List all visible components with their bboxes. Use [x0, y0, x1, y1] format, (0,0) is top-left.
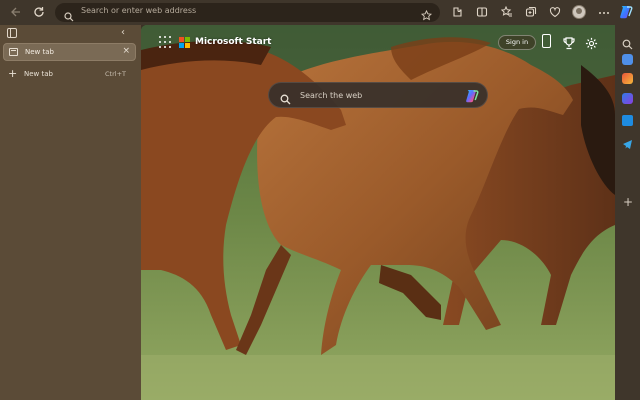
outlook-icon[interactable]: [622, 115, 633, 126]
telegram-icon[interactable]: [622, 135, 633, 149]
games-icon[interactable]: [622, 93, 633, 104]
tab-page-icon: [9, 48, 18, 56]
new-tab-label: New tab: [24, 70, 53, 78]
copilot-icon[interactable]: [464, 88, 480, 104]
search-sidebar-icon[interactable]: [622, 35, 633, 50]
copilot-icon[interactable]: [618, 4, 634, 20]
address-bar[interactable]: Search or enter web address: [55, 3, 440, 22]
back-icon[interactable]: [8, 4, 24, 20]
apps-grid-icon[interactable]: [159, 36, 171, 48]
favorite-star-icon[interactable]: [420, 6, 433, 25]
search-placeholder: Search the web: [300, 91, 363, 100]
tab-actions-icon[interactable]: [7, 28, 17, 38]
collections-icon[interactable]: [523, 4, 539, 20]
split-screen-icon[interactable]: [474, 4, 490, 20]
plus-icon: +: [8, 67, 18, 80]
sign-in-button[interactable]: Sign in: [498, 35, 536, 50]
edge-sidebar: +: [615, 25, 640, 400]
search-icon: [280, 90, 291, 109]
refresh-icon[interactable]: [31, 4, 47, 20]
collapse-sidebar-icon[interactable]: ‹: [121, 27, 125, 38]
new-tab-shortcut: Ctrl+T: [105, 70, 126, 78]
shopping-icon[interactable]: [622, 54, 633, 65]
favorites-icon[interactable]: [499, 4, 515, 20]
settings-gear-icon[interactable]: [585, 35, 598, 54]
more-options-icon[interactable]: [596, 5, 612, 21]
address-placeholder: Search or enter web address: [81, 6, 197, 15]
brand-title[interactable]: Microsoft Start: [195, 37, 272, 47]
vertical-tabs-sidebar: ‹ New tab × + New tab Ctrl+T: [0, 25, 141, 400]
profile-avatar[interactable]: [572, 5, 586, 19]
tab-title: New tab: [25, 48, 54, 56]
new-tab-page: Microsoft Start Sign in Search the web: [141, 25, 615, 400]
search-icon: [64, 7, 74, 26]
tab-new-tab[interactable]: New tab ×: [3, 43, 136, 61]
office-icon[interactable]: [622, 73, 633, 84]
new-tab-button[interactable]: + New tab Ctrl+T: [3, 67, 136, 83]
browser-essentials-icon[interactable]: [547, 4, 563, 20]
sidebar-header: ‹: [0, 25, 141, 43]
rewards-trophy-icon[interactable]: [563, 35, 575, 54]
close-tab-icon[interactable]: ×: [122, 46, 130, 56]
phone-icon[interactable]: [542, 34, 551, 48]
microsoft-logo: [179, 37, 191, 49]
extensions-icon[interactable]: [449, 4, 465, 20]
add-icon[interactable]: +: [623, 196, 633, 208]
browser-toolbar: Search or enter web address: [0, 0, 640, 25]
web-search-box[interactable]: Search the web: [268, 82, 488, 108]
